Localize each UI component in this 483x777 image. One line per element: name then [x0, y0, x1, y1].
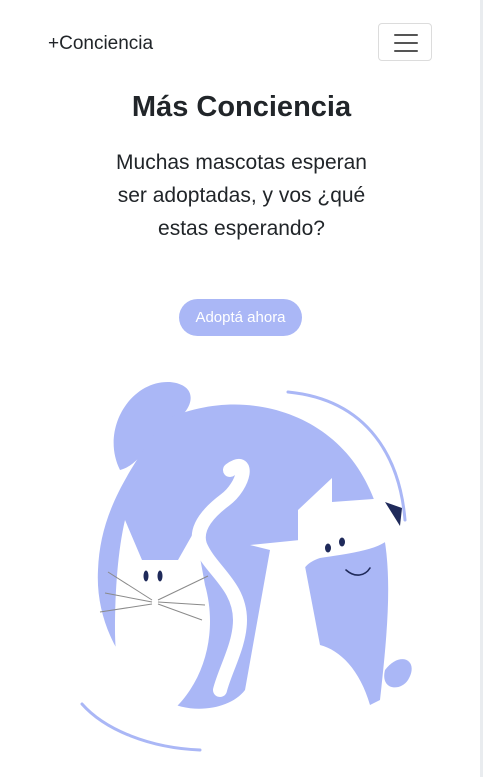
page-title: Más Conciencia [131, 91, 352, 123]
brand-link[interactable]: +Conciencia [48, 33, 153, 55]
hamburger-menu-icon [394, 50, 418, 52]
hero-text: Muchas mascotas esperan ser adoptadas, y… [116, 151, 367, 240]
navbar-toggle-button[interactable] [378, 23, 432, 61]
small-blob [384, 659, 412, 688]
cat-eye-left [143, 570, 149, 582]
dog-eye-left [325, 543, 331, 553]
hamburger-menu-icon [394, 34, 418, 36]
hamburger-menu-icon [394, 42, 418, 44]
dog-eye-right [339, 537, 345, 547]
cat-eye-right [157, 570, 163, 582]
cat-and-dog-illustration [80, 381, 412, 752]
adopt-now-button[interactable]: Adoptá ahora [179, 299, 302, 336]
navbar: +Conciencia [0, 0, 483, 88]
